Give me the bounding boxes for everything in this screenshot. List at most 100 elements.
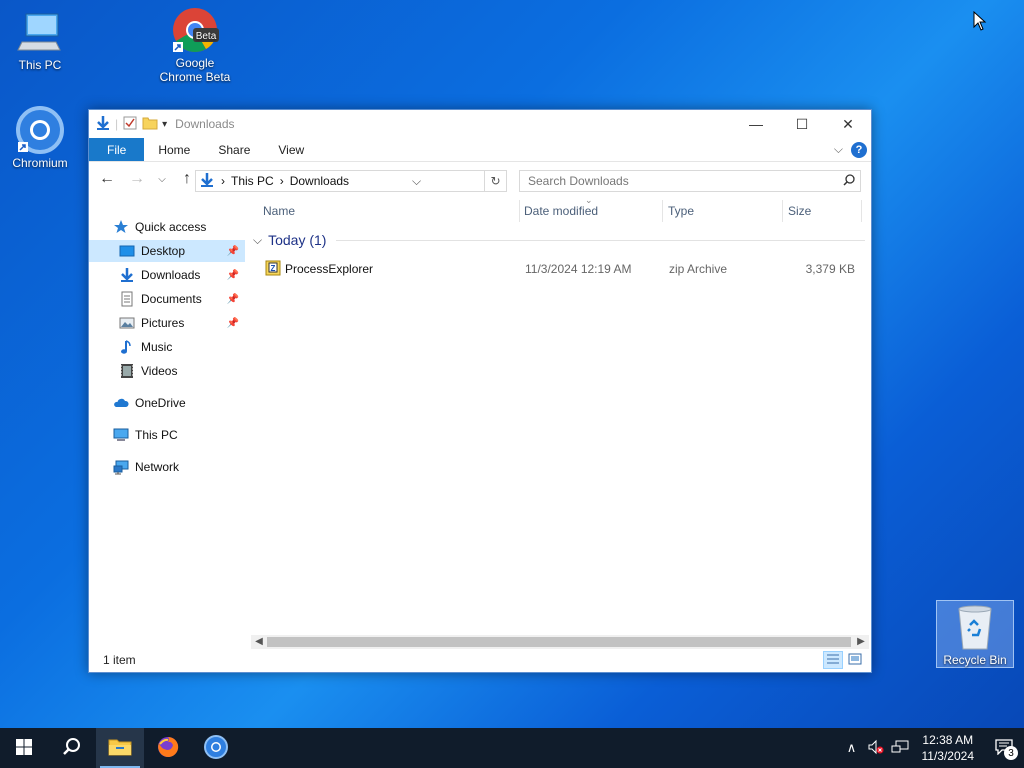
system-tray: ∧ 12:38 AM 11/3/2024 3	[840, 728, 1024, 768]
downloads-folder-icon	[119, 267, 135, 283]
search-icon	[62, 737, 82, 760]
desktop-icon-recycle-bin[interactable]: Recycle Bin	[936, 600, 1014, 668]
file-type: zip Archive	[669, 262, 728, 276]
forward-button[interactable]: →	[125, 170, 149, 188]
nav-pictures[interactable]: Pictures 📌	[89, 312, 245, 334]
desktop-icon-chromium[interactable]: Chromium	[0, 106, 80, 170]
nav-documents[interactable]: Documents 📌	[89, 288, 245, 310]
search-input[interactable]	[528, 174, 838, 188]
details-view-button[interactable]	[823, 651, 843, 669]
chrome-beta-icon: Beta	[171, 6, 219, 54]
help-icon[interactable]: ?	[851, 141, 867, 158]
pin-icon[interactable]: 📌	[227, 294, 239, 305]
refresh-icon: ↻	[490, 174, 501, 188]
videos-icon	[119, 363, 135, 379]
scroll-left-icon[interactable]: ◀	[251, 635, 267, 649]
cloud-icon	[113, 395, 129, 411]
nav-label: Music	[141, 340, 173, 354]
search-box[interactable]	[519, 170, 861, 192]
nav-label: Quick access	[135, 220, 207, 234]
computer-icon	[16, 8, 64, 56]
column-separator[interactable]	[861, 200, 862, 222]
refresh-button[interactable]: ↻	[484, 171, 506, 191]
search-button[interactable]	[48, 728, 96, 768]
file-date: 11/3/2024 12:19 AM	[525, 262, 632, 276]
action-center-button[interactable]: 3	[984, 728, 1024, 768]
group-header-today[interactable]: ⌵ Today (1)	[253, 232, 865, 248]
nav-this-pc[interactable]: This PC	[113, 424, 178, 446]
title-bar: | ▾ Downloads — ☐ ✕	[89, 110, 871, 138]
taskbar: ∧ 12:38 AM 11/3/2024 3	[0, 728, 1024, 768]
tab-share[interactable]: Share	[204, 138, 264, 161]
taskbar-file-explorer[interactable]	[96, 728, 144, 768]
notification-count-badge: 3	[1004, 746, 1018, 760]
pin-icon[interactable]: 📌	[227, 270, 239, 281]
clock-date: 11/3/2024	[921, 749, 975, 763]
scroll-right-icon[interactable]: ▶	[853, 635, 869, 649]
column-header-size[interactable]: Size	[788, 200, 858, 222]
volume-muted-icon[interactable]	[864, 739, 888, 758]
file-explorer-window: | ▾ Downloads — ☐ ✕ File Home Share View…	[88, 109, 872, 673]
large-icons-view-button[interactable]	[845, 651, 865, 669]
nav-downloads[interactable]: Downloads 📌	[89, 264, 245, 286]
taskbar-chromium[interactable]	[192, 728, 240, 768]
start-button[interactable]	[0, 728, 48, 768]
sort-indicator-icon: ⌄	[585, 195, 593, 205]
nav-network[interactable]: Network	[113, 456, 179, 478]
column-header-name[interactable]: Name	[263, 200, 519, 222]
nav-label: OneDrive	[135, 396, 186, 410]
clock[interactable]: 12:38 AM 11/3/2024	[912, 732, 985, 764]
breadcrumb-downloads[interactable]: Downloads	[290, 174, 349, 188]
navigation-pane: Quick access Desktop 📌 Downloads 📌 Docum…	[89, 210, 247, 650]
column-separator[interactable]	[782, 200, 783, 222]
address-dropdown-icon[interactable]: ⌵	[409, 174, 425, 189]
collapse-group-icon[interactable]: ⌵	[253, 233, 262, 248]
table-row[interactable]: Z ProcessExplorer 11/3/2024 12:19 AM zip…	[251, 258, 863, 280]
nav-quick-access[interactable]: Quick access	[113, 216, 206, 238]
close-button[interactable]: ✕	[825, 110, 871, 138]
tab-file[interactable]: File	[89, 138, 145, 161]
nav-onedrive[interactable]: OneDrive	[113, 392, 186, 414]
tab-home[interactable]: Home	[144, 138, 204, 161]
customize-toolbar-icon[interactable]: ▾	[162, 119, 167, 130]
column-header-type[interactable]: Type	[668, 200, 782, 222]
large-icons-view-icon	[848, 653, 862, 668]
clock-time: 12:38 AM	[922, 733, 974, 747]
recent-locations-icon[interactable]: ⌵	[155, 174, 169, 185]
column-separator[interactable]	[519, 200, 520, 222]
file-size: 3,379 KB	[805, 262, 855, 276]
expand-ribbon-icon[interactable]: ⌵	[834, 142, 843, 157]
breadcrumb-this-pc[interactable]: This PC	[231, 174, 274, 188]
minimize-icon: —	[749, 116, 763, 132]
show-hidden-icons-icon[interactable]: ∧	[840, 740, 864, 756]
search-icon[interactable]	[838, 173, 860, 189]
network-icon[interactable]	[888, 739, 912, 758]
pin-icon[interactable]: 📌	[227, 318, 239, 329]
back-button[interactable]: ←	[95, 170, 119, 188]
properties-icon[interactable]	[122, 115, 138, 134]
new-folder-icon[interactable]	[142, 115, 158, 134]
address-bar[interactable]: › This PC › Downloads ⌵ ↻	[195, 170, 507, 192]
column-header-date[interactable]: Date modified	[524, 200, 662, 222]
tab-view[interactable]: View	[264, 138, 318, 161]
desktop-icon-this-pc[interactable]: This PC	[0, 8, 80, 72]
horizontal-scrollbar[interactable]: ◀ ▶	[251, 635, 869, 649]
desktop-icon-chrome-beta[interactable]: Beta Google Chrome Beta	[155, 6, 235, 84]
breadcrumb-separator-icon: ›	[279, 174, 284, 188]
nav-label: Desktop	[141, 244, 186, 258]
file-name: ProcessExplorer	[285, 262, 374, 276]
column-separator[interactable]	[662, 200, 663, 222]
maximize-button[interactable]: ☐	[779, 110, 825, 138]
nav-music[interactable]: Music	[89, 336, 245, 358]
nav-videos[interactable]: Videos	[89, 360, 245, 382]
nav-desktop[interactable]: Desktop 📌	[89, 240, 245, 262]
file-list: Name Date modified ⌄ Type Size ⌵ Today (…	[251, 195, 865, 640]
scrollbar-thumb[interactable]	[267, 637, 851, 647]
taskbar-firefox[interactable]	[144, 728, 192, 768]
chromium-icon	[16, 106, 64, 154]
status-bar: 1 item	[89, 648, 871, 672]
pin-icon[interactable]: 📌	[227, 246, 239, 257]
nav-label: Videos	[141, 364, 178, 378]
nav-label: Network	[135, 460, 180, 474]
minimize-button[interactable]: —	[733, 110, 779, 138]
